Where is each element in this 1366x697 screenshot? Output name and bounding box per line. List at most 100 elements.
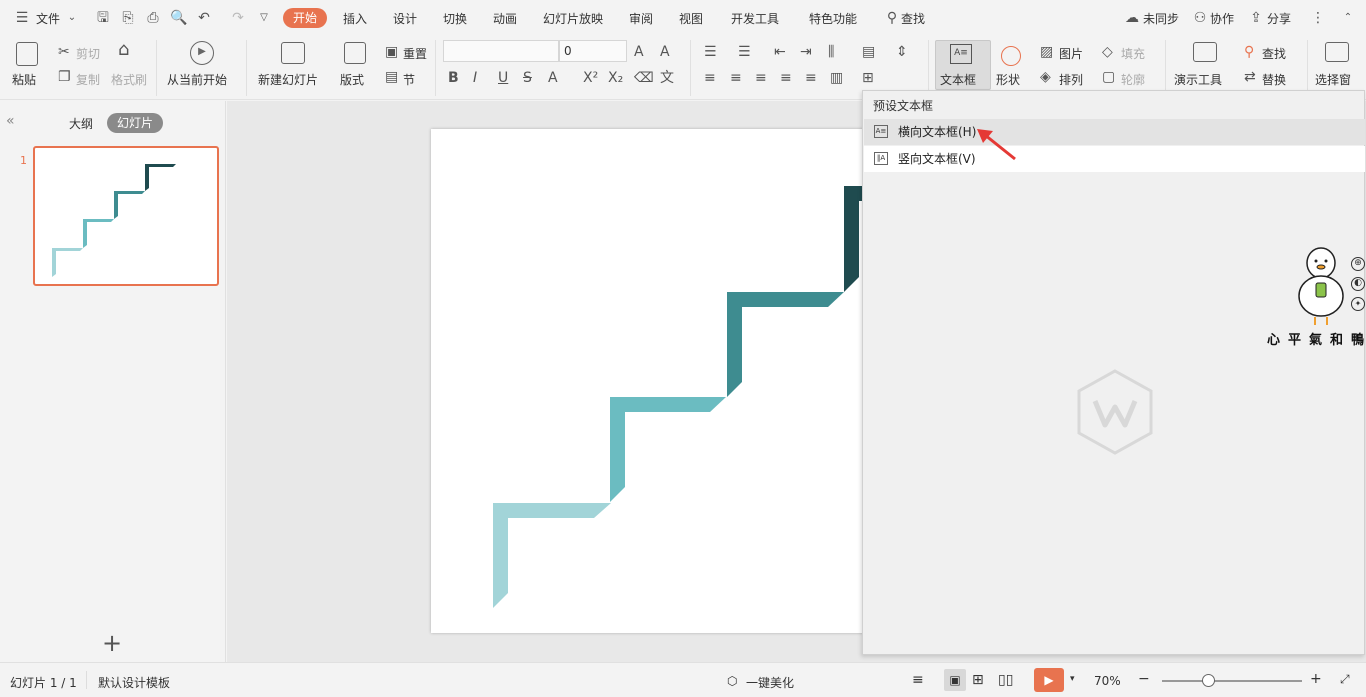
tab-view[interactable]: 视图 xyxy=(679,10,703,27)
font-name-select[interactable] xyxy=(443,40,559,62)
outline-icon[interactable]: ▢ xyxy=(1102,69,1115,85)
present-tools-icon[interactable] xyxy=(1193,42,1217,62)
customize-toolbar-icon[interactable]: ▽ xyxy=(256,10,272,26)
share-icon[interactable]: ⇪ xyxy=(1248,10,1264,26)
bird-icon[interactable]: ✦ xyxy=(1351,297,1365,311)
search-icon[interactable]: ⚲ xyxy=(884,10,900,26)
tab-slides[interactable]: 幻灯片 xyxy=(107,113,163,133)
text-direction-icon[interactable]: ⫼ xyxy=(828,44,834,60)
stair-step-2[interactable] xyxy=(610,397,726,502)
section-button[interactable]: 节 xyxy=(403,71,415,88)
clear-format-icon[interactable]: ⌫ xyxy=(634,70,654,86)
picture-icon[interactable]: ▨ xyxy=(1040,44,1053,60)
layout-button[interactable]: 版式 xyxy=(340,71,364,88)
arrange-button[interactable]: 排列 xyxy=(1059,71,1083,88)
slide[interactable] xyxy=(431,129,864,633)
arrange-icon[interactable]: ◈ xyxy=(1040,69,1051,85)
fill-button[interactable]: 填充 xyxy=(1121,45,1145,62)
superscript-icon[interactable]: X² xyxy=(583,70,598,86)
tab-transition[interactable]: 切换 xyxy=(443,10,467,27)
find-button[interactable]: 查找 xyxy=(1262,45,1286,62)
reset-icon[interactable]: ▣ xyxy=(385,44,398,60)
share-button[interactable]: 分享 xyxy=(1267,10,1291,27)
align-center-icon[interactable]: ≡ xyxy=(730,70,742,86)
increase-font-icon[interactable]: A xyxy=(634,44,644,60)
fill-icon[interactable]: ◇ xyxy=(1102,44,1113,60)
reading-view-icon[interactable]: ▯▯ xyxy=(998,672,1013,688)
template-name[interactable]: 默认设计模板 xyxy=(98,674,170,691)
vertical-textbox-option[interactable]: ‖A 竖向文本框(V) xyxy=(864,146,1365,172)
tab-insert[interactable]: 插入 xyxy=(343,10,367,27)
picture-button[interactable]: 图片 xyxy=(1059,45,1083,62)
fit-window-icon[interactable]: ⤢ xyxy=(1340,672,1350,687)
tab-review[interactable]: 审阅 xyxy=(629,10,653,27)
slide-thumbnail[interactable] xyxy=(33,146,219,286)
hamburger-menu-icon[interactable]: ☰ xyxy=(14,10,30,26)
decrease-font-icon[interactable]: A xyxy=(660,44,670,60)
line-spacing-icon[interactable]: ⇕ xyxy=(896,44,908,60)
cut-button[interactable]: 剪切 xyxy=(76,45,100,62)
beautify-icon[interactable]: ⬡ xyxy=(727,674,737,688)
cut-icon[interactable]: ✂ xyxy=(58,44,70,60)
tab-slideshow[interactable]: 幻灯片放映 xyxy=(543,10,603,27)
shape-button[interactable]: 形状 xyxy=(996,71,1020,88)
export-icon[interactable]: ⎘ xyxy=(120,10,136,26)
align-right-icon[interactable]: ≡ xyxy=(755,70,767,86)
textbox-icon[interactable]: A≡ xyxy=(950,44,972,64)
shape-icon[interactable] xyxy=(1001,46,1021,66)
play-options-icon[interactable]: ▾ xyxy=(1070,674,1075,684)
tab-design[interactable]: 设计 xyxy=(393,10,417,27)
paste-button[interactable]: 粘贴 xyxy=(12,71,36,88)
zoom-slider-track[interactable] xyxy=(1162,680,1302,682)
tab-home[interactable]: 开始 xyxy=(283,8,327,28)
replace-icon[interactable]: ⇄ xyxy=(1244,69,1256,85)
outline-button[interactable]: 轮廓 xyxy=(1121,71,1145,88)
new-slide-button[interactable]: 新建幻灯片 xyxy=(258,71,318,88)
from-current-button[interactable]: 从当前开始 xyxy=(167,71,227,88)
sync-status[interactable]: 未同步 xyxy=(1143,10,1179,27)
beautify-button[interactable]: 一键美化 xyxy=(746,674,794,691)
new-slide-icon[interactable] xyxy=(281,42,305,64)
stair-step-3[interactable] xyxy=(727,292,844,397)
smartart-icon[interactable]: ⊞ xyxy=(862,70,874,86)
tab-outline[interactable]: 大纲 xyxy=(69,115,93,132)
zoom-icon[interactable]: ⊕ xyxy=(1351,257,1365,271)
chevron-down-icon[interactable]: ⌄ xyxy=(64,10,80,26)
stair-step-1[interactable] xyxy=(493,503,611,608)
format-painter-icon[interactable]: ⌂ xyxy=(118,41,129,59)
replace-button[interactable]: 替换 xyxy=(1262,71,1286,88)
italic-icon[interactable]: I xyxy=(473,70,477,86)
tab-animation[interactable]: 动画 xyxy=(493,10,517,27)
stair-step-4[interactable] xyxy=(844,186,864,292)
save-icon[interactable]: 🖫 xyxy=(95,10,111,26)
zoom-level[interactable]: 70% xyxy=(1094,674,1121,688)
add-slide-button[interactable]: + xyxy=(102,629,122,657)
section-icon[interactable]: ▤ xyxy=(385,69,398,85)
horizontal-textbox-option[interactable]: A≡ 横向文本框(H) xyxy=(864,119,1365,145)
reset-button[interactable]: 重置 xyxy=(403,45,427,62)
tab-developer[interactable]: 开发工具 xyxy=(731,10,779,27)
more-icon[interactable]: ⋮ xyxy=(1310,10,1326,26)
bullet-list-icon[interactable]: ☰ xyxy=(704,44,717,60)
notes-icon[interactable]: ≡ xyxy=(912,672,924,688)
font-size-select[interactable]: 0 xyxy=(559,40,627,62)
numbered-list-icon[interactable]: ☰ xyxy=(738,44,751,60)
justify-icon[interactable]: ≡ xyxy=(780,70,792,86)
print-icon[interactable]: ⎙ xyxy=(145,10,161,26)
zoom-slider-handle[interactable] xyxy=(1202,674,1215,687)
bold-icon[interactable]: B xyxy=(448,70,459,86)
redo-icon[interactable]: ↷ xyxy=(230,10,246,26)
phonetic-icon[interactable]: 文 xyxy=(660,70,674,86)
zoom-out-button[interactable]: − xyxy=(1138,671,1150,687)
copy-icon[interactable]: ❐ xyxy=(58,69,71,85)
align-text-icon[interactable]: ▤ xyxy=(862,44,875,60)
zoom-in-button[interactable]: + xyxy=(1310,671,1322,687)
underline-icon[interactable]: U xyxy=(498,70,508,86)
layout-icon[interactable] xyxy=(344,42,366,64)
tab-special[interactable]: 特色功能 xyxy=(809,10,857,27)
sorter-view-icon[interactable]: ⊞ xyxy=(972,672,984,688)
collapse-panel-icon[interactable]: « xyxy=(6,113,15,129)
select-pane-icon[interactable] xyxy=(1325,42,1349,62)
print-preview-icon[interactable]: 🔍 xyxy=(170,10,187,26)
collab-button[interactable]: 协作 xyxy=(1210,10,1234,27)
